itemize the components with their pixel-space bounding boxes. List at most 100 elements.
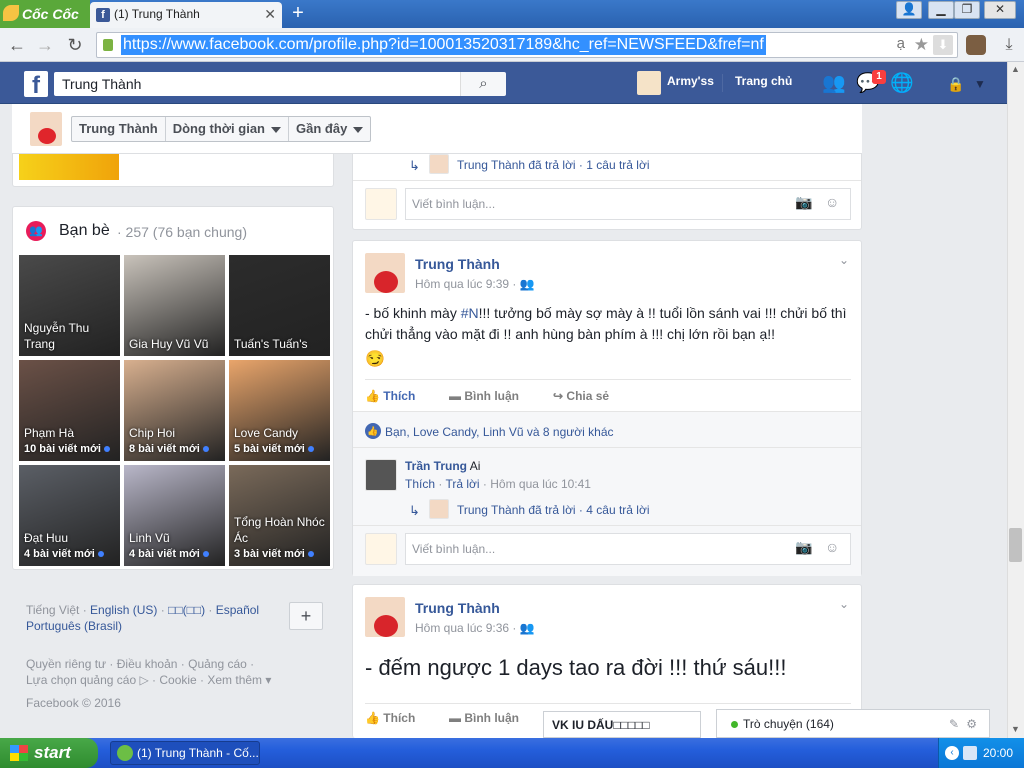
language-link[interactable]: Español	[216, 603, 259, 617]
home-link[interactable]: Trang chủ	[735, 74, 792, 88]
facebook-logo-icon[interactable]: f	[24, 71, 48, 99]
browser-tab[interactable]: f (1) Trung Thành ✕	[90, 2, 282, 28]
profile-link[interactable]: Army'ss	[667, 74, 714, 88]
restore-button[interactable]: ❐	[954, 1, 980, 19]
minimize-button[interactable]: ▁	[928, 1, 954, 19]
comment-timestamp[interactable]: · Hôm qua lúc 10:41	[483, 477, 591, 491]
address-bar[interactable]: https://www.facebook.com/profile.php?id=…	[96, 32, 958, 58]
camera-icon[interactable]: 📷	[795, 194, 812, 211]
like-button[interactable]: 👍 Thích	[365, 389, 415, 403]
start-button[interactable]: start	[0, 738, 98, 768]
page-scrollbar[interactable]	[1007, 62, 1024, 738]
like-button[interactable]: 👍 Thích	[365, 711, 415, 725]
post-options-chevron-down-icon[interactable]: ⌄	[839, 253, 849, 267]
gear-icon[interactable]: ⚙	[966, 710, 977, 738]
friend-tile[interactable]: Chip Hoi 8 bài viết mới	[124, 360, 225, 461]
friend-tile[interactable]: Tuấn's Tuấn's	[229, 255, 330, 356]
scrollbar-thumb[interactable]	[1009, 528, 1022, 562]
camera-icon[interactable]: 📷	[795, 539, 812, 556]
network-icon[interactable]	[963, 746, 977, 760]
language-link[interactable]: Português (Brasil)	[26, 619, 122, 633]
friend-tile[interactable]: Đạt Huu 4 bài viết mới	[19, 465, 120, 566]
comment-button[interactable]: ▬ Bình luận	[449, 711, 519, 725]
friend-name-label: Love Candy	[234, 426, 299, 440]
avatar[interactable]	[365, 459, 397, 491]
crumb-recent[interactable]: Gần đây	[289, 117, 370, 141]
post-options-chevron-down-icon[interactable]: ⌄	[839, 597, 849, 611]
reply-summary[interactable]: Trung Thành đã trả lời · 4 câu trả lời	[457, 503, 650, 517]
footer-links-row-1[interactable]: Quyền riêng tư · Điều khoản · Quảng cáo …	[26, 656, 271, 672]
add-language-button[interactable]: +	[289, 602, 323, 630]
post-timestamp[interactable]: Hôm qua lúc 9:39 · 👥	[415, 277, 535, 291]
comment-author[interactable]: Trần Trung	[405, 459, 467, 473]
new-message-icon[interactable]: ✎	[949, 710, 959, 738]
emoji-icon[interactable]: ☺	[825, 194, 839, 210]
friend-tile[interactable]: Gia Huy Vũ Vũ	[124, 255, 225, 356]
translate-icon[interactable]: ạ	[897, 35, 905, 52]
scroll-up-icon[interactable]: ▲	[1011, 64, 1020, 74]
taskbar-app-button[interactable]: (1) Trung Thành - Cố...	[110, 741, 260, 765]
likes-summary[interactable]: Bạn, Love Candy, Linh Vũ và 8 người khác	[385, 425, 614, 439]
tray-expand-icon[interactable]: ‹	[945, 746, 959, 760]
downloads-icon[interactable]: ⤓	[998, 34, 1020, 56]
reply-summary[interactable]: Trung Thành đã trả lời · 1 câu trả lời	[457, 158, 650, 172]
crumb-timeline[interactable]: Dòng thời gian	[166, 117, 290, 141]
friends-title[interactable]: Bạn bè	[59, 222, 110, 240]
friend-name-label: Phạm Hà	[24, 426, 75, 440]
language-link[interactable]: □□(□□)	[168, 603, 205, 617]
unread-dot-icon	[97, 551, 104, 557]
friend-name: Love Candy 5 bài viết mới	[234, 425, 326, 457]
post-timestamp[interactable]: Hôm qua lúc 9:36 · 👥	[415, 621, 535, 635]
friend-tile[interactable]: Tổng Hoàn Nhóc Ác 3 bài viết mới	[229, 465, 330, 566]
search-icon[interactable]: ⌕	[460, 72, 506, 96]
share-button[interactable]: ↪ Chia sẻ	[553, 389, 609, 403]
crumb-profile[interactable]: Trung Thành	[72, 117, 166, 141]
back-arrow-icon[interactable]: ←	[6, 34, 28, 56]
language-selector: Tiếng Việt · English (US) · □□(□□) · Esp…	[26, 603, 260, 633]
url-input[interactable]: https://www.facebook.com/profile.php?id=…	[121, 35, 766, 55]
search-input[interactable]: Trung Thành	[54, 72, 460, 96]
reload-icon[interactable]: ↻	[64, 34, 86, 56]
hashtag-link[interactable]: #N	[461, 305, 479, 321]
friend-tile[interactable]: Linh Vũ 4 bài viết mới	[124, 465, 225, 566]
photo-thumbnail[interactable]	[19, 154, 119, 180]
footer-links-row-2[interactable]: Lựa chọn quảng cáo ▷ · Cookie · Xem thêm…	[26, 672, 271, 688]
friend-requests-icon[interactable]: 👥	[822, 73, 846, 95]
language-link[interactable]: English (US)	[90, 603, 157, 617]
new-tab-button[interactable]: +	[288, 3, 308, 23]
friend-tile[interactable]: Phạm Hà 10 bài viết mới	[19, 360, 120, 461]
scroll-down-icon[interactable]: ▼	[1011, 724, 1020, 734]
forward-arrow-icon[interactable]: →	[34, 34, 56, 56]
emoji-icon[interactable]: ☺	[825, 539, 839, 555]
account-menu-chevron-down-icon[interactable]: ▼	[968, 73, 992, 95]
avatar[interactable]	[365, 253, 405, 293]
friend-tile[interactable]: Love Candy 5 bài viết mới	[229, 360, 330, 461]
friend-tile[interactable]: Nguyễn Thu Trang	[19, 255, 120, 356]
close-tab-icon[interactable]: ✕	[264, 2, 276, 26]
browser-logo[interactable]: Cốc Cốc	[0, 0, 90, 28]
copyright: Facebook © 2016	[26, 696, 121, 710]
avatar[interactable]	[637, 71, 661, 95]
friend-new-posts: 8 bài viết mới	[129, 441, 221, 457]
comment-input[interactable]: Viết bình luận...	[405, 533, 851, 565]
post-card: ↳ Trung Thành đã trả lời · 1 câu trả lời…	[352, 154, 862, 230]
post-author[interactable]: Trung Thành	[415, 600, 500, 616]
user-icon[interactable]: 👤	[896, 1, 922, 19]
comment-button[interactable]: ▬ Bình luận	[449, 389, 519, 403]
avatar[interactable]	[30, 112, 62, 146]
star-icon[interactable]: ★	[914, 35, 929, 55]
comment-like-link[interactable]: Thích	[405, 477, 435, 491]
comment-reply-link[interactable]: Trả lời	[445, 477, 479, 491]
chat-tab[interactable]: VK IU DẤU□□□□□	[543, 711, 701, 738]
close-window-button[interactable]: ✕	[984, 1, 1016, 19]
comment-input[interactable]: Viết bình luận...	[405, 188, 851, 220]
download-arrow-icon[interactable]: ⬇	[933, 35, 953, 55]
privacy-lock-icon[interactable]: 🔒	[944, 73, 968, 95]
instagram-extension-icon[interactable]	[966, 35, 986, 55]
chat-sidebar-toggle[interactable]: Trò chuyện (164) ✎ ⚙	[716, 709, 990, 738]
timeline-sticky-header: Trung Thành Dòng thời gian Gần đây	[12, 104, 862, 154]
notifications-globe-icon[interactable]: 🌐	[890, 73, 914, 95]
avatar[interactable]	[365, 597, 405, 637]
nav-divider	[722, 74, 723, 92]
post-author[interactable]: Trung Thành	[415, 256, 500, 272]
